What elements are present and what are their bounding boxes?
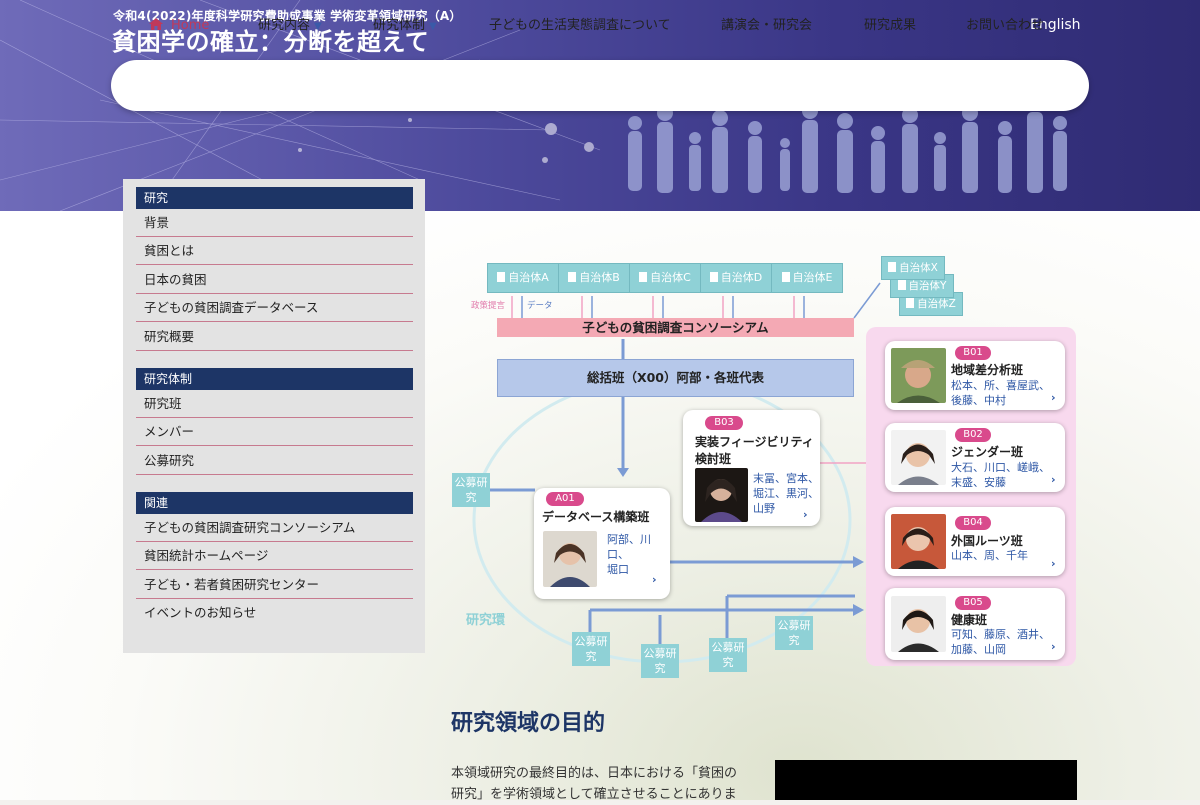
member-line: 山本、周、千年 [951,549,1028,562]
badge-b01: B01 [955,346,991,360]
card-title-b03-l2: 検討班 [695,452,732,466]
card-members-a01: 阿部、川口、 堀口 [607,532,670,577]
municipality-label: 自治体Y [908,280,947,292]
municipality-d: 自治体D [700,263,772,293]
open-research-box: 公募研究 [572,632,610,666]
member-photo [891,514,946,569]
badge-b03: B03 [705,416,743,430]
badge-b04: B04 [955,516,991,530]
member-photo [891,348,946,403]
building-icon [888,262,897,272]
member-photo [695,468,748,522]
card-title-a01: データベース構築班 [542,510,650,524]
municipality-a: 自治体A [487,263,559,293]
municipality-label: 自治体C [650,271,691,284]
section-body: 本領域研究の最終目的は、日本における「貧困の 研究」を学術領域として確立させるこ… [451,763,751,805]
body-line: 本領域研究の最終目的は、日本における「貧困の [451,766,738,781]
group-card-b04[interactable]: B04 外国ルーツ班 山本、周、千年 › [885,507,1065,576]
municipality-c: 自治体C [629,263,701,293]
building-icon [897,280,906,290]
open-research-box: 公募研究 [452,473,490,507]
group-card-b03[interactable]: B03 実装フィージビリティ 検討班 末冨、宮本、 堀江、黒河、 山野 › [683,410,820,526]
municipality-e: 自治体E [771,263,843,293]
chevron-right-icon: › [1051,557,1056,570]
body-line: 研究」を学術領域として確立させることにありま [451,787,737,802]
group-card-b01[interactable]: B01 地域差分析班 松本、所、喜屋武、 後藤、中村 › [885,341,1065,410]
open-research-box: 公募研究 [641,644,679,678]
chevron-right-icon: › [1051,391,1056,404]
chevron-right-icon: › [1051,640,1056,653]
data-label: データ [527,301,553,311]
member-line: 堀口 [607,563,629,576]
building-icon [639,272,648,282]
consortium-bar: 子どもの貧困調査コンソーシアム [497,318,854,337]
member-photo [891,430,946,485]
municipality-label: 自治体E [792,271,833,284]
member-line: 堀江、黒河、 [753,487,819,500]
municipality-x: 自治体X [881,256,945,280]
badge-a01: A01 [546,492,584,506]
group-card-b02[interactable]: B02 ジェンダー班 大石、川口、嵯峨、 末盛、安藤 › [885,423,1065,492]
card-members-b03: 末冨、宮本、 堀江、黒河、 山野 [753,471,819,516]
municipality-label: 自治体D [720,271,763,284]
member-line: 加藤、山岡 [951,643,1006,656]
research-ring-label: 研究環 [466,613,506,628]
building-icon [709,272,718,282]
chevron-right-icon: › [1051,473,1056,486]
building-icon [781,272,790,282]
municipality-label: 自治体Z [917,298,956,310]
member-line: 大石、川口、嵯峨、 [951,461,1050,474]
card-members-b05: 可知、藤原、酒井、 加藤、山岡 [951,627,1050,657]
building-icon [906,298,915,308]
badge-b05: B05 [955,596,991,610]
card-title-b05: 健康班 [951,613,988,627]
section-title: 研究領域の目的 [451,711,606,736]
chevron-right-icon: › [803,508,808,521]
member-line: 山野 [753,502,775,515]
member-line: 阿部、川口、 [607,533,651,561]
building-icon [497,272,506,282]
member-line: 松本、所、喜屋武、 [951,379,1050,392]
badge-b02: B02 [955,428,991,442]
card-title-b02: ジェンダー班 [951,445,1024,459]
card-title-b04: 外国ルーツ班 [951,534,1023,548]
building-icon [568,272,577,282]
card-members-b01: 松本、所、喜屋武、 後藤、中村 [951,378,1050,408]
member-photo [543,531,597,587]
member-line: 可知、藤原、酒井、 [951,628,1050,641]
video-embed[interactable] [775,760,1077,800]
group-card-a01[interactable]: A01 データベース構築班 阿部、川口、 堀口 › [534,488,670,599]
municipality-label: 自治体B [579,271,620,284]
member-line: 末冨、宮本、 [753,472,819,485]
member-line: 後藤、中村 [951,394,1006,407]
open-research-box: 公募研究 [775,616,813,650]
card-title-b01: 地域差分析班 [951,363,1024,377]
card-title-b03: 実装フィージビリティ [695,435,814,449]
card-members-b04: 山本、周、千年 [951,548,1028,563]
member-line: 末盛、安藤 [951,476,1006,489]
card-members-b02: 大石、川口、嵯峨、 末盛、安藤 [951,460,1050,490]
municipality-b: 自治体B [558,263,630,293]
municipality-label: 自治体X [899,262,938,274]
general-group-box: 総括班（X00）阿部・各班代表 [497,359,854,397]
open-research-box: 公募研究 [709,638,747,672]
member-photo [891,596,946,652]
municipality-label: 自治体A [508,271,549,284]
chevron-right-icon: › [652,573,657,586]
group-card-b05[interactable]: B05 健康班 可知、藤原、酒井、 加藤、山岡 › [885,588,1065,660]
policy-label: 政策提言 [471,301,506,311]
